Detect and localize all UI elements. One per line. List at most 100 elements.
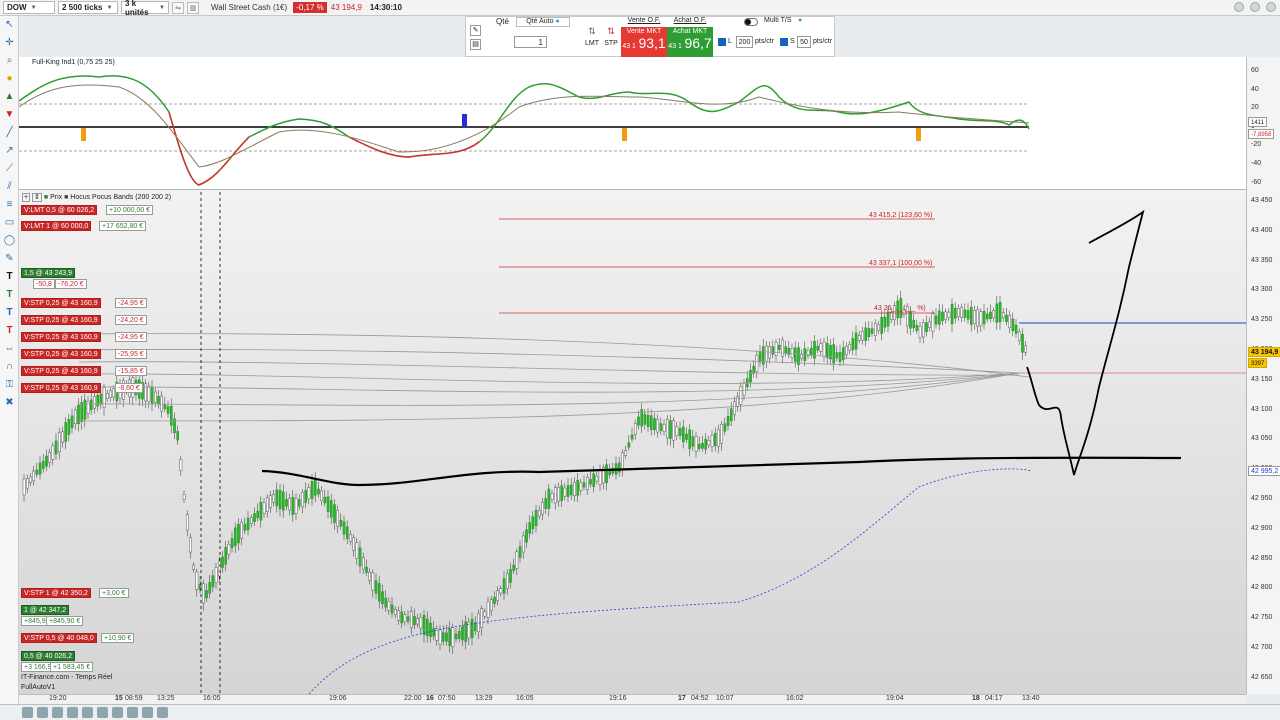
redo-icon[interactable] [67, 707, 78, 718]
drawing-toolbar: ↖ ✛ ⌕ ● ▲ ▼ ╱ ↗ ⟋ ⫽ ≡ ▭ ◯ ✎ T T T T ⇔ ∩ … [0, 16, 19, 704]
stop-order-tag[interactable]: V:STP 0,25 @ 43 160,9 [21, 366, 101, 376]
lock-icon[interactable]: ⚿ [1, 377, 18, 392]
magnet-icon[interactable]: ∩ [1, 359, 18, 374]
price-axis[interactable]: 6040200-20-40-60 1411 -7,8958 43 45043 4… [1246, 57, 1280, 694]
qty-input[interactable]: 1 [514, 36, 547, 48]
time-axis[interactable]: 19:20 15 08:59 13:25 16:05 19:06 22:00 16 07:50 1… [19, 694, 1246, 704]
clock: 14:30:10 [369, 3, 402, 12]
candle [349, 534, 352, 542]
candle [707, 440, 711, 446]
expand-icon[interactable]: ⇕ [32, 193, 42, 202]
candle [746, 378, 749, 387]
zoom-in-icon[interactable] [112, 707, 123, 718]
add-icon[interactable]: + [22, 193, 31, 202]
candle [1002, 312, 1005, 319]
limit-points-input[interactable]: 200 [736, 36, 753, 48]
candle [566, 485, 570, 497]
price-axis-label: 42 700 [1251, 644, 1273, 651]
trash-icon[interactable]: ✖ [1, 395, 18, 410]
crosshair-icon[interactable]: ✛ [1, 35, 18, 50]
grid-icon[interactable] [82, 707, 93, 718]
candle [74, 409, 77, 424]
scroll-left-icon[interactable] [142, 707, 153, 718]
stop-order-tag[interactable]: V:STP 0,25 @ 43 160,9 [21, 349, 101, 359]
order-pnl: +17 652,80 € [99, 221, 147, 231]
fibonacci-icon[interactable]: ≡ [1, 197, 18, 212]
oscillator-pane[interactable]: Full-King Ind1 (0,75 25 25) [19, 57, 1246, 190]
candle [461, 626, 464, 641]
save-icon[interactable] [22, 707, 33, 718]
candle [381, 591, 384, 604]
rectangle-icon[interactable]: ▭ [1, 215, 18, 230]
units-select[interactable]: 3 k unités ▼ [121, 0, 169, 17]
stop-order-tag[interactable]: V:STP 0,25 @ 43 160,9 [21, 332, 101, 342]
candle [99, 393, 103, 405]
candle [1008, 315, 1011, 328]
stp-button[interactable]: ⇅ STP [602, 26, 620, 52]
channel-icon[interactable]: ⫽ [1, 179, 18, 194]
link-icon[interactable]: ⇋ [172, 1, 184, 14]
close-icon[interactable] [1266, 2, 1276, 12]
position-tag[interactable]: 0,5 @ 40 026,2 [21, 651, 75, 661]
order-tag[interactable]: V:STP 1 @ 42 350,2 [21, 588, 91, 598]
lmt-button[interactable]: ⇅ LMT [583, 26, 601, 52]
price-axis-label: 43 450 [1251, 197, 1273, 204]
text-tool-blue-icon[interactable]: T [1, 305, 18, 320]
zoom-out-icon[interactable] [127, 707, 138, 718]
stop-order-tag[interactable]: V:STP 0,25 @ 43 160,9 [21, 298, 101, 308]
text-tool-green-icon[interactable]: T [1, 287, 18, 302]
stop-points-input[interactable]: 50 [797, 36, 811, 48]
stop-checkbox[interactable] [780, 38, 788, 46]
maximize-icon[interactable] [1250, 2, 1260, 12]
pencil-icon[interactable]: ✎ [1, 251, 18, 266]
buy-arrow-icon[interactable]: ▲ [1, 89, 18, 104]
ray-icon[interactable]: ↗ [1, 143, 18, 158]
layers-icon[interactable] [97, 707, 108, 718]
order-tag[interactable]: V:STP 0,5 @ 40 048,0 [21, 633, 97, 643]
chevron-down-icon: ▼ [30, 4, 37, 11]
layout-icon[interactable]: ▥ [187, 1, 199, 14]
stop-order-tag[interactable]: V:STP 0,25 @ 43 160,9 [21, 315, 101, 325]
text-tool-red-icon[interactable]: T [1, 323, 18, 338]
candle [221, 556, 224, 568]
candle [938, 310, 941, 325]
ellipse-icon[interactable]: ◯ [1, 233, 18, 248]
minimize-icon[interactable] [1234, 2, 1244, 12]
multi-ts-toggle[interactable] [744, 18, 758, 26]
candle [989, 311, 992, 319]
cursor-icon[interactable]: ↖ [1, 17, 18, 32]
trend-icon[interactable]: ⟋ [1, 161, 18, 176]
candle [230, 538, 234, 548]
candle [582, 482, 586, 488]
candle [282, 491, 285, 511]
candle [794, 347, 797, 362]
qty-auto-toggle[interactable]: Qté Auto ● [516, 17, 570, 27]
position-tag[interactable]: 1,5 @ 43 243,9 [21, 268, 75, 278]
stop-order-tag[interactable]: V:STP 0,25 @ 43 160,9 [21, 383, 101, 393]
settings-icon[interactable]: ▤ [470, 39, 481, 50]
price-axis-label: 43 350 [1251, 256, 1273, 264]
instrument-select[interactable]: DOW ▼ [3, 1, 55, 14]
line-icon[interactable]: ╱ [1, 125, 18, 140]
candle [627, 442, 631, 448]
candle [406, 616, 410, 622]
order-tag[interactable]: V:LMT 1 @ 60 000,0 [21, 221, 92, 231]
limit-checkbox[interactable] [718, 38, 726, 46]
sell-arrow-icon[interactable]: ▼ [1, 107, 18, 122]
measure-icon[interactable]: ⇔ [1, 341, 18, 356]
candle [160, 395, 164, 412]
position-tag[interactable]: 1 @ 42 347,2 [21, 605, 70, 615]
scroll-right-icon[interactable] [157, 707, 168, 718]
undo-icon[interactable] [52, 707, 63, 718]
oscillator-axis-label: 20 [1251, 104, 1259, 112]
zoom-icon[interactable]: ⌕ [1, 53, 18, 68]
print-icon[interactable] [37, 707, 48, 718]
stop-order-pnl: -15,85 € [115, 366, 147, 376]
alert-icon[interactable]: ● [1, 71, 18, 86]
edit-icon[interactable]: ✎ [470, 25, 481, 36]
sell-market-button[interactable]: Vente MKT 43 1 93,1 [621, 27, 667, 57]
order-tag[interactable]: V:LMT 0,5 @ 60 026,2 [21, 205, 98, 215]
buy-market-button[interactable]: Achat MKT 43 1 96,7 [667, 27, 713, 57]
text-tool-icon[interactable]: T [1, 269, 18, 284]
ticks-select[interactable]: 2 500 ticks ▼ [58, 1, 118, 14]
